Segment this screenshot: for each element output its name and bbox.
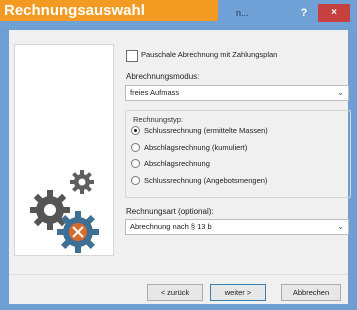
next-button[interactable]: weiter > <box>210 284 266 301</box>
rechnungsart-value: Abrechnung nach § 13 b <box>130 222 212 231</box>
chevron-down-icon: ⌄ <box>337 222 344 231</box>
radio-label-schlussrechnung-angebotsmengen: Schlussrechnung (Angebotsmengen) <box>144 176 268 185</box>
footer-divider <box>9 274 348 275</box>
radio-abschlagsrechnung-kumuliert[interactable] <box>131 143 140 152</box>
rechnungsart-label: Rechnungsart (optional): <box>126 207 214 216</box>
abrechnungsmodus-select[interactable]: freies Aufmass ⌄ <box>125 85 349 101</box>
close-button[interactable]: × <box>318 4 350 22</box>
radio-schlussrechnung-angebotsmengen[interactable] <box>131 176 140 185</box>
window-title: n... <box>236 8 249 18</box>
back-button[interactable]: < zurück <box>147 284 203 301</box>
chevron-down-icon: ⌄ <box>337 88 344 97</box>
radio-label-abschlagsrechnung-kumuliert: Abschlagsrechnung (kumuliert) <box>144 143 248 152</box>
radio-label-schlussrechnung-massen: Schlussrechnung (ermittelte Massen) <box>144 126 268 135</box>
rechnungsauswahl-banner: Rechnungsauswahl <box>0 0 218 21</box>
gears-icon <box>30 170 99 253</box>
pauschal-abrechnung-label: Pauschale Abrechnung mit Zahlungsplan <box>141 50 278 59</box>
radio-schlussrechnung-massen[interactable] <box>131 126 140 135</box>
help-button[interactable]: ? <box>293 5 315 22</box>
radio-label-abschlagsrechnung: Abschlagsrechnung <box>144 159 210 168</box>
abrechnungsmodus-label: Abrechnungsmodus: <box>126 72 200 81</box>
dialog-window: n... ? × Rechnungsauswahl Pauschale Abre… <box>0 0 357 310</box>
rechnungstyp-group-title: Rechnungstyp: <box>133 115 184 124</box>
radio-abschlagsrechnung[interactable] <box>131 159 140 168</box>
abrechnungsmodus-value: freies Aufmass <box>130 88 180 97</box>
cancel-button[interactable]: Abbrechen <box>281 284 341 301</box>
pauschal-abrechnung-checkbox[interactable] <box>126 50 138 62</box>
rechnungsart-select[interactable]: Abrechnung nach § 13 b ⌄ <box>125 219 349 235</box>
